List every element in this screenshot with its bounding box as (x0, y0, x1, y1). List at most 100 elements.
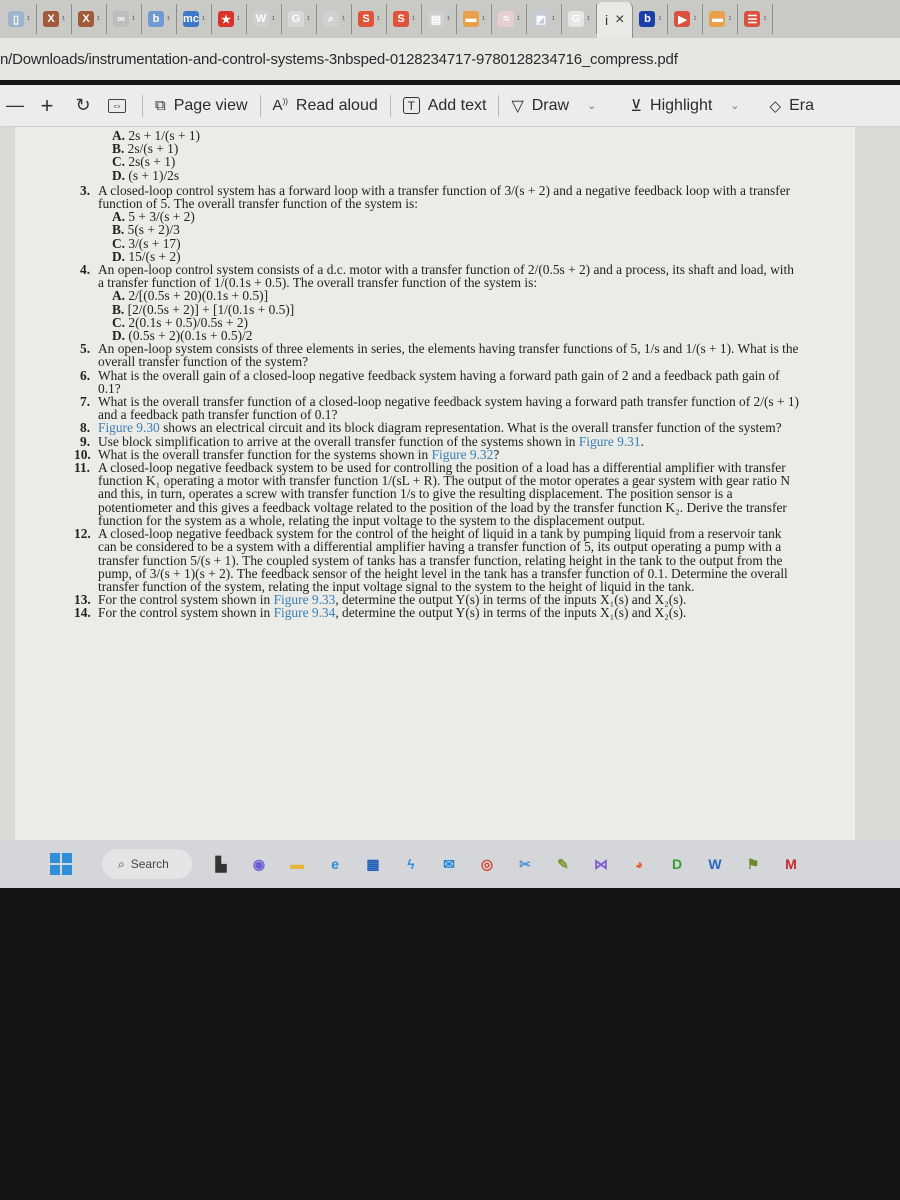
store-icon[interactable]: ▦ (360, 851, 386, 877)
taskbar-search[interactable]: ⌕ Search (102, 849, 192, 879)
browser-tab-right-3[interactable]: ☰ ¹ (738, 4, 774, 34)
zoom-in-button[interactable]: + (36, 93, 58, 119)
browser-tab-3[interactable]: ∞ ¹ (107, 4, 142, 34)
edge-icon[interactable]: e (322, 851, 348, 877)
browser-tab-15[interactable]: ◩ ¹ (527, 4, 562, 34)
browser-tab-2[interactable]: X¹ (72, 4, 107, 34)
file-explorer-icon[interactable]: ▬ (284, 851, 310, 877)
tab-audio-indicator: ¹ (552, 14, 555, 24)
question-4: 4. An open-loop control system consists … (80, 262, 800, 290)
divider (498, 94, 500, 117)
figure-link[interactable]: Figure 9.31 (579, 434, 641, 449)
browser-tab-13[interactable]: ▬ ¹ (457, 4, 492, 34)
q3-options: A. 5 + 3/(s + 2) B. 5(s + 2)/3 C. 3/(s + 1… (80, 210, 800, 263)
browser-tab-11[interactable]: S¹ (387, 4, 422, 34)
question-12: 12. A closed-loop negative feedback syst… (74, 527, 800, 593)
tab-audio-indicator: ¹ (167, 14, 170, 24)
browser-tab-8[interactable]: G¹ (282, 4, 317, 34)
start-button[interactable] (50, 853, 72, 875)
browser-tab-4[interactable]: b¹ (142, 4, 177, 34)
task-view-icon[interactable]: ▙ (208, 851, 234, 877)
question-14: 14. For the control system shown in Figu… (74, 605, 800, 621)
search-label: Search (130, 857, 169, 871)
browser-tab-10[interactable]: S¹ (352, 4, 387, 34)
tab-audio-indicator: ¹ (728, 14, 732, 24)
tab-audio-indicator: ¹ (202, 14, 205, 24)
dev-app-icon[interactable]: D (664, 851, 690, 877)
browser-tab-right-1[interactable]: ▶ ¹ (668, 4, 704, 34)
question-number: 7. (80, 394, 91, 410)
question-number: 6. (80, 367, 91, 383)
pdf-icon: ≈ (498, 11, 514, 27)
answer-option: B. 2s/(s + 1) (80, 142, 800, 155)
idle-python-icon[interactable]: ✎ (550, 851, 576, 877)
page-view-icon: ⧉ (155, 97, 166, 114)
chevron-down-icon[interactable]: ⌄ (587, 99, 596, 112)
add-text-button[interactable]: T Add text (397, 91, 493, 121)
address-bar[interactable]: n/Downloads/instrumentation-and-control-… (0, 38, 900, 80)
erase-button[interactable]: ◇ Era (764, 91, 820, 121)
chevron-down-icon[interactable]: ⌄ (730, 99, 739, 112)
browser-tab-5[interactable]: mc ¹ (177, 4, 212, 34)
page-view-button[interactable]: ⧉ Page view (149, 91, 254, 121)
question-number: 4. (80, 262, 91, 278)
browser-tab-7[interactable]: W¹ (247, 4, 282, 34)
erase-label: Era (789, 96, 814, 114)
browser-tab-0[interactable]: ▯ ¹ (2, 4, 37, 34)
browser-tab-9[interactable]: ⌕ ¹ (317, 4, 352, 34)
add-text-label: Add text (427, 96, 487, 114)
browser-tab-strip: ▯ ¹ X ¹ X ¹ ∞ ¹ b ¹ mc ¹ ★ ¹ W ¹ G ¹ ⌕ ¹ S ¹ S ¹ ▤ ¹ ▬ ¹ ≈ ¹ ◩ ¹ G ¹ i × b ¹ ▶… (0, 0, 900, 38)
visual-studio-icon[interactable]: ⋈ (588, 851, 614, 877)
snipping-tool-icon[interactable]: ✂ (512, 851, 538, 877)
divider (259, 94, 261, 117)
firefox-icon[interactable]: ◕ (626, 851, 652, 877)
browser-tab-12[interactable]: ▤ ¹ (422, 4, 457, 34)
browser-tab-14[interactable]: ≈ ¹ (492, 4, 527, 34)
question-number: 11. (74, 460, 90, 476)
browser-tab-16[interactable]: G¹ (562, 4, 597, 34)
tab-audio-indicator: ¹ (377, 14, 380, 24)
meet-icon[interactable]: ◉ (246, 851, 272, 877)
draw-icon: ▽ (511, 97, 524, 115)
wikipedia-icon: W (253, 11, 269, 27)
mail-icon[interactable]: ✉ (436, 851, 462, 877)
google-icon: G (288, 11, 304, 27)
question-text: What is the overall gain of a closed-loo… (98, 367, 780, 396)
power-automate-icon[interactable]: ϟ (398, 851, 424, 877)
highlight-button[interactable]: ⊻ Highlight ⌄ (624, 91, 745, 121)
s-brand-icon: S (358, 11, 374, 27)
link-icon: ∞ (113, 11, 129, 27)
browser-tab-right-2[interactable]: ▬ ¹ (703, 4, 739, 34)
orange-site-icon: ▬ (709, 11, 726, 27)
browser-tab-active[interactable]: i × (597, 2, 634, 38)
read-aloud-button[interactable]: A)) Read aloud (267, 91, 384, 121)
url-text[interactable]: n/Downloads/instrumentation-and-control-… (0, 51, 678, 68)
question-text: What is the overall transfer function of… (98, 394, 800, 423)
draw-button[interactable]: ▽ Draw ⌄ (505, 91, 602, 121)
pdf-page: A. 2s + 1/(s + 1) B. 2s/(s + 1) C. 2s(s + … (15, 127, 855, 860)
generic-page-icon: ▯ (8, 11, 24, 27)
question-text: An open-loop system consists of three el… (98, 341, 799, 370)
tab-audio-indicator: ¹ (447, 14, 450, 24)
highlight-label: Highlight (650, 96, 713, 114)
chrome-icon[interactable]: ◎ (474, 851, 500, 877)
browser-tab-1[interactable]: X¹ (37, 4, 72, 34)
fit-width-icon[interactable]: ⇔ (108, 98, 126, 113)
zoom-out-button[interactable]: — (4, 95, 26, 116)
mc-icon: mc (183, 11, 199, 27)
orange-site-icon: ▬ (463, 11, 479, 27)
question-number: 9. (80, 433, 91, 449)
tool-app-icon[interactable]: ⚑ (740, 851, 766, 877)
rotate-icon[interactable]: ↻ (72, 95, 94, 116)
mcafee-icon[interactable]: M (778, 851, 804, 877)
question-text: For the control system shown in (98, 605, 274, 621)
tab-audio-indicator: ¹ (587, 14, 590, 24)
question-text-tail: , determine the output Y(s) in terms of … (335, 605, 687, 621)
option-text: (s + 1)/2s (128, 167, 180, 183)
word-icon[interactable]: W (702, 851, 728, 877)
browser-tab-6[interactable]: ★ ¹ (212, 4, 247, 34)
browser-tab-right-0[interactable]: b¹ (633, 4, 669, 34)
answer-option: A. 5 + 3/(s + 2) (80, 210, 800, 223)
close-tab-icon[interactable]: × (615, 11, 624, 29)
figure-link[interactable]: Figure 9.34 (274, 605, 336, 620)
